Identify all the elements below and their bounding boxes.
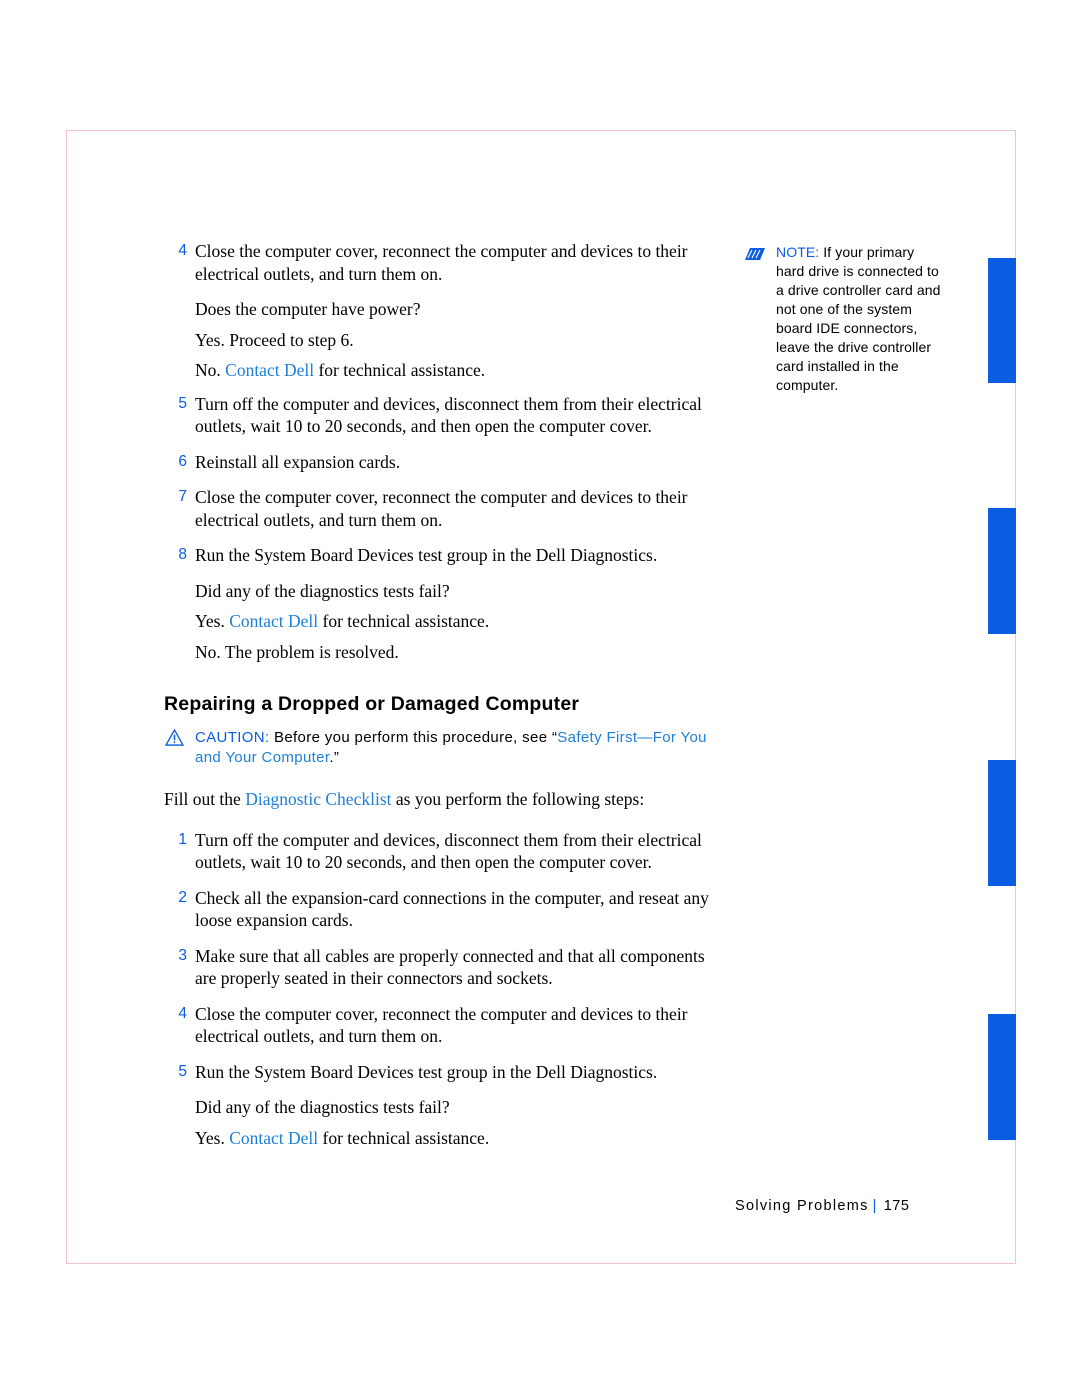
caution-text-before: Before you perform this procedure, see “ — [269, 729, 558, 746]
caution-block: CAUTION: Before you perform this procedu… — [155, 728, 725, 768]
numbered-step: 2 Check all the expansion-card connectio… — [155, 887, 725, 932]
step-text: Make sure that all cables are properly c… — [195, 945, 705, 989]
numbered-step: 6 Reinstall all expansion cards. — [155, 451, 725, 474]
step-number: 2 — [178, 888, 187, 906]
answer-prefix: No. — [195, 360, 226, 380]
step-text: Run the System Board Devices test group … — [195, 1061, 658, 1082]
step-answer-no: No. Contact Dell for technical assistanc… — [155, 359, 725, 382]
step-text: Turn off the computer and devices, disco… — [195, 393, 702, 437]
note-text: If your primary hard drive is connected … — [776, 244, 941, 393]
note-body: NOTE: If your primary hard drive is conn… — [776, 243, 945, 395]
step-text: Check all the expansion-card connections… — [195, 887, 709, 931]
note-flag-icon — [745, 248, 765, 260]
warning-triangle-icon — [165, 729, 184, 746]
step-text: Turn off the computer and devices, disco… — [195, 829, 702, 873]
step-answer-yes: Yes. Contact Dell for technical assistan… — [155, 1127, 725, 1150]
contact-dell-link[interactable]: Contact Dell — [225, 360, 314, 380]
contact-dell-link[interactable]: Contact Dell — [229, 611, 318, 631]
step-answer-no: No. The problem is resolved. — [195, 641, 399, 662]
step-number: 1 — [178, 830, 187, 848]
step-number: 6 — [178, 452, 187, 470]
intro-text-before: Fill out the — [164, 789, 246, 809]
diagnostic-checklist-link[interactable]: Diagnostic Checklist — [245, 789, 391, 809]
step-question: Did any of the diagnostics tests fail? — [195, 1097, 450, 1117]
answer-prefix: Yes. — [195, 1127, 230, 1148]
page-edge-tab-3 — [988, 760, 1016, 886]
step-number: 4 — [178, 1004, 187, 1022]
step-number: 4 — [178, 242, 187, 259]
caution-label: CAUTION: — [195, 729, 270, 746]
answer-suffix: for technical assistance. — [314, 360, 486, 380]
step-number: 3 — [178, 946, 187, 964]
step-answer-yes: Yes. Proceed to step 6. — [195, 329, 354, 350]
step-text: Close the computer cover, reconnect the … — [195, 1003, 688, 1047]
intro-text-after: as you perform the following steps: — [391, 789, 645, 809]
answer-suffix: for technical assistance. — [318, 611, 490, 631]
footer-section-title: Solving Problems — [735, 1198, 869, 1214]
page-number: 175 — [883, 1198, 910, 1214]
numbered-step: 1 Turn off the computer and devices, dis… — [155, 829, 725, 874]
note-label: NOTE: — [776, 244, 820, 260]
step-number: 5 — [178, 394, 187, 412]
page-edge-tab-4 — [988, 1014, 1016, 1140]
numbered-step: 4 Close the computer cover, reconnect th… — [155, 1003, 725, 1048]
step-text: Reinstall all expansion cards. — [195, 451, 401, 472]
page-edge-tab-2 — [988, 508, 1016, 634]
page-edge-tab-1 — [988, 258, 1016, 383]
step-number: 8 — [178, 546, 187, 563]
step-text: Close the computer cover, reconnect the … — [195, 487, 688, 530]
main-text-column: 4 Close the computer cover, reconnect th… — [155, 240, 725, 1160]
page-footer: Solving Problems | 175 — [735, 1198, 909, 1214]
answer-prefix: Yes. — [195, 611, 230, 631]
note-callout: NOTE: If your primary hard drive is conn… — [745, 243, 945, 395]
step-question: Did any of the diagnostics tests fail? — [195, 580, 450, 601]
caution-text-after: .” — [329, 749, 340, 766]
contact-dell-link[interactable]: Contact Dell — [229, 1128, 318, 1148]
answer-suffix: for technical assistance. — [318, 1127, 490, 1148]
section-heading: Repairing a Dropped or Damaged Computer — [164, 693, 580, 715]
step-number: 7 — [178, 488, 187, 505]
numbered-step: 3 Make sure that all cables are properly… — [155, 945, 725, 990]
numbered-step: 7 Close the computer cover, reconnect th… — [155, 486, 725, 531]
numbered-step: 5 Turn off the computer and devices, dis… — [155, 393, 725, 438]
step-text: Close the computer cover, reconnect the … — [195, 241, 688, 284]
step-question: Does the computer have power? — [195, 299, 421, 319]
footer-separator: | — [872, 1198, 878, 1214]
step-number: 5 — [178, 1062, 187, 1080]
numbered-step: 5 Run the System Board Devices test grou… — [155, 1061, 725, 1084]
step-answer-yes: Yes. Contact Dell for technical assistan… — [155, 610, 725, 633]
numbered-step: 8 Run the System Board Devices test grou… — [155, 544, 725, 567]
numbered-step: 4 Close the computer cover, reconnect th… — [155, 240, 725, 285]
intro-paragraph: Fill out the Diagnostic Checklist as you… — [155, 788, 725, 811]
step-text: Run the System Board Devices test group … — [195, 545, 658, 565]
